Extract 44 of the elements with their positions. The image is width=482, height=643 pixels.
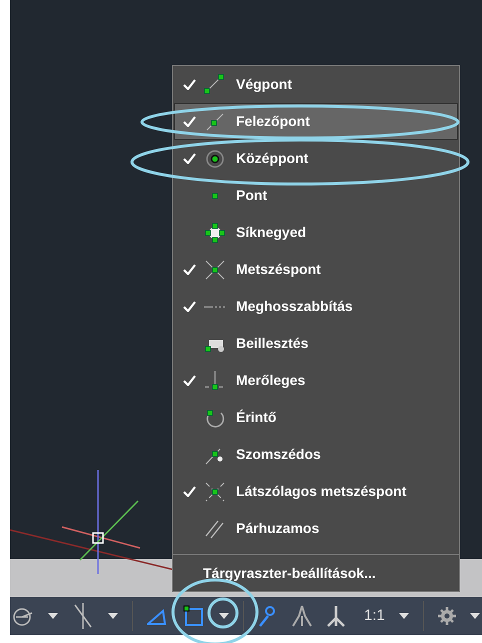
menu-item[interactable]: Párhuzamos xyxy=(174,510,458,547)
menu-item[interactable]: Síknegyed xyxy=(174,214,458,251)
menu-item[interactable]: Metszéspont xyxy=(174,251,458,288)
menu-item[interactable]: Középpont xyxy=(174,140,458,177)
caret-icon[interactable] xyxy=(470,613,480,619)
tangent-snap-icon xyxy=(206,410,224,427)
endpoint-snap-icon xyxy=(204,74,224,94)
menu-item[interactable]: Szomszédos xyxy=(174,436,458,473)
checkmark-icon xyxy=(182,116,196,127)
menu-item[interactable]: Meghosszabbítás xyxy=(174,288,458,325)
annotation-scale-icon[interactable] xyxy=(292,604,312,628)
caret-icon[interactable] xyxy=(219,613,229,619)
center-snap-icon xyxy=(206,150,224,168)
checkmark-icon xyxy=(182,264,196,275)
menu-item[interactable]: Érintő xyxy=(174,399,458,436)
caret-icon[interactable] xyxy=(108,613,118,619)
menu-item[interactable]: Pont xyxy=(174,177,458,214)
scale-label[interactable]: 1:1 xyxy=(364,604,385,628)
menu-item[interactable]: Beillesztés xyxy=(174,325,458,362)
perpendicular-snap-icon xyxy=(204,370,226,390)
checkmark-icon xyxy=(182,486,196,497)
menu-item[interactable]: Merőleges xyxy=(174,362,458,399)
quadrant-snap-icon xyxy=(205,222,225,242)
checkmark-icon xyxy=(182,153,196,164)
annotation-visibility-icon[interactable] xyxy=(326,604,346,628)
intersection-snap-icon xyxy=(206,260,224,279)
caret-icon[interactable] xyxy=(398,613,409,619)
parallel-snap-icon xyxy=(206,520,224,538)
checkmark-icon xyxy=(182,301,196,312)
menu-item[interactable]: Tárgyraszter-beállítások... xyxy=(173,555,459,591)
settings-icon[interactable] xyxy=(438,607,456,625)
insertion-snap-icon xyxy=(205,340,224,352)
object-snap-icon[interactable] xyxy=(183,605,205,627)
menu-item[interactable]: Látszólagos metszéspont xyxy=(174,473,458,510)
checkmark-icon xyxy=(182,375,196,386)
nearest-snap-icon xyxy=(206,448,222,464)
apparent-snap-icon xyxy=(206,482,224,501)
node-snap-icon xyxy=(212,192,218,198)
menu-item[interactable]: Végpont xyxy=(174,66,458,103)
person-icon[interactable] xyxy=(258,604,278,628)
midpoint-snap-icon xyxy=(206,113,224,130)
checkmark-icon xyxy=(182,79,196,90)
snap-tracking-icon[interactable] xyxy=(72,603,94,629)
caret-icon[interactable] xyxy=(48,613,58,619)
